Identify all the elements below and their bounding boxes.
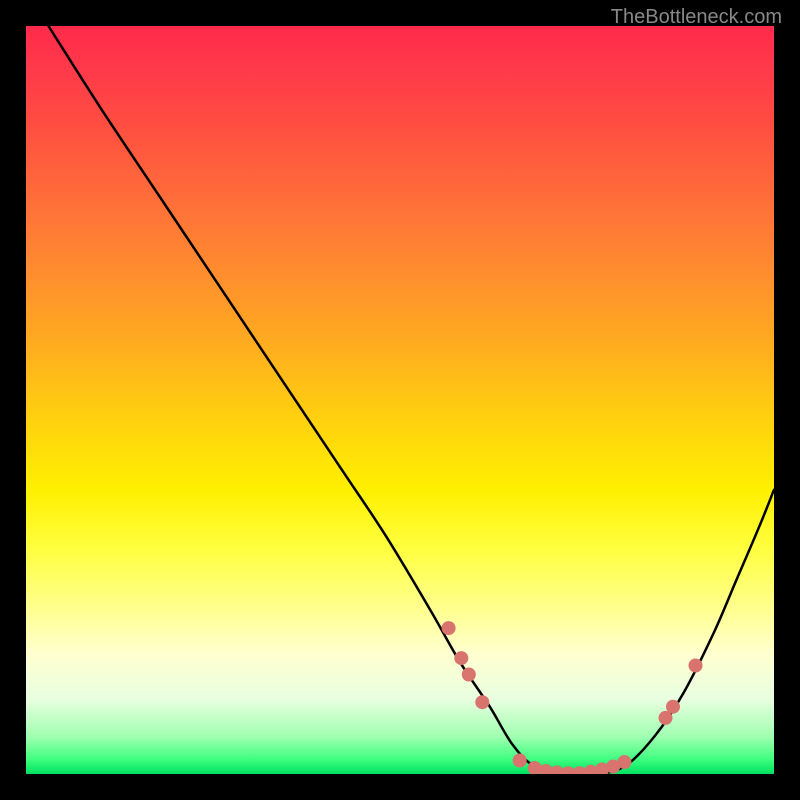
- highlighted-point: [462, 668, 476, 682]
- highlighted-point: [617, 755, 631, 769]
- bottleneck-curve-path: [48, 26, 774, 774]
- highlighted-point: [513, 754, 527, 768]
- highlighted-points-group: [442, 621, 703, 774]
- highlighted-point: [666, 700, 680, 714]
- chart-svg: [26, 26, 774, 774]
- chart-plot-area: [26, 26, 774, 774]
- highlighted-point: [454, 651, 468, 665]
- highlighted-point: [689, 659, 703, 673]
- highlighted-point: [475, 695, 489, 709]
- highlighted-point: [442, 621, 456, 635]
- watermark-text: TheBottleneck.com: [611, 6, 782, 29]
